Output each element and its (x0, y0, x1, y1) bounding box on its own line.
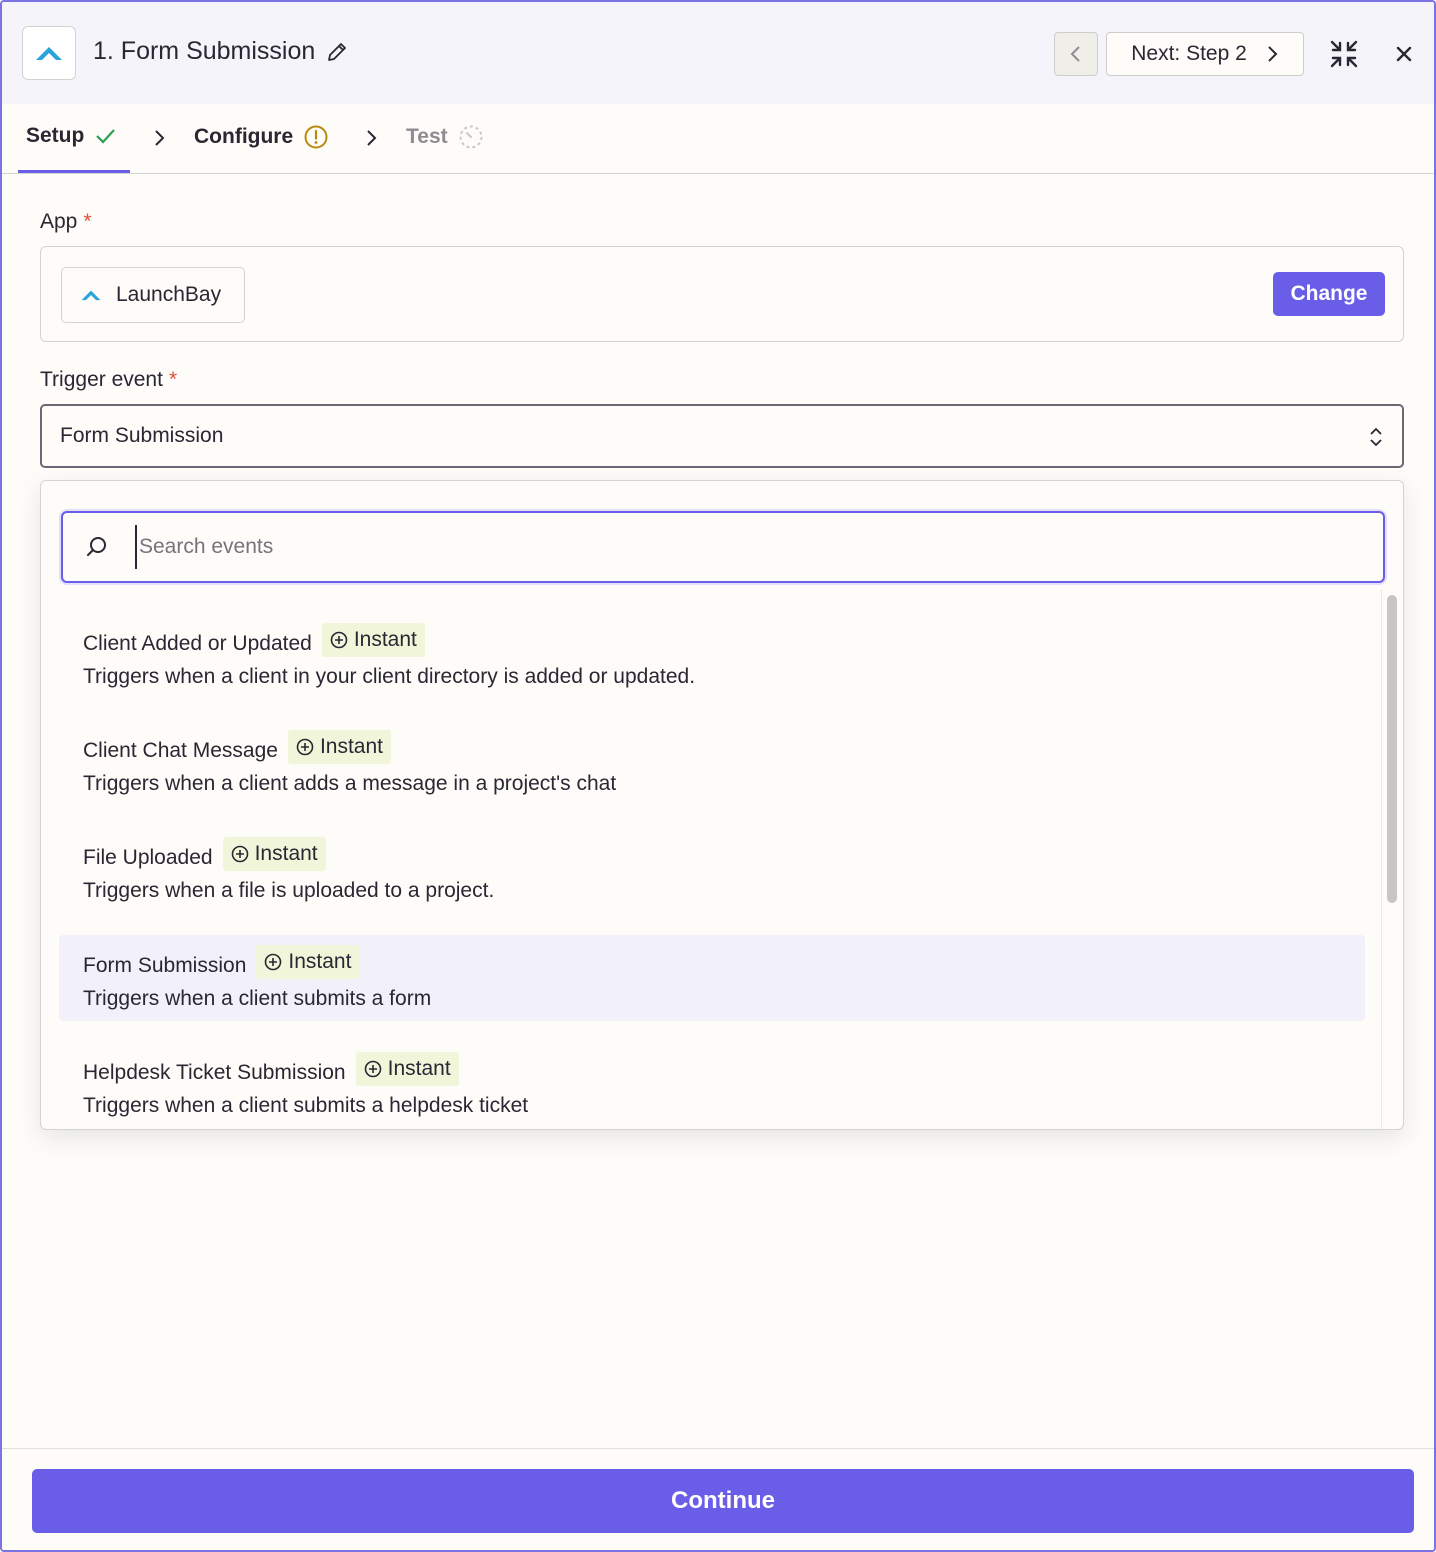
event-title-row: Client Added or Updated Instant (83, 623, 425, 661)
chevron-right-icon (1268, 46, 1278, 62)
chevron-right-icon (155, 130, 165, 146)
event-title: Helpdesk Ticket Submission (83, 1061, 346, 1084)
collapse-button[interactable] (1326, 36, 1362, 72)
search-events-input[interactable] (135, 525, 1335, 569)
search-field (61, 511, 1385, 583)
close-button[interactable] (1386, 36, 1422, 72)
chevron-up-down-icon (1370, 427, 1382, 447)
active-tab-indicator (18, 170, 130, 173)
event-description: Triggers when a client submits a helpdes… (83, 1094, 529, 1117)
trigger-selected-value: Form Submission (60, 424, 224, 447)
instant-icon (231, 845, 248, 863)
instant-badge-label: Instant (353, 628, 417, 651)
instant-badge: Instant (287, 730, 391, 764)
tab-configure[interactable]: Configure (194, 124, 329, 150)
event-option-client-chat-message[interactable]: Client Chat Message Instant Triggers whe… (59, 720, 1365, 806)
previous-step-button[interactable] (1054, 32, 1098, 76)
continue-button[interactable]: Continue (32, 1469, 1414, 1533)
event-title: Client Chat Message (83, 739, 278, 762)
pending-icon (459, 125, 483, 149)
chevron-right-icon (367, 130, 377, 146)
instant-badge-label: Instant (288, 950, 352, 973)
close-icon (1396, 46, 1412, 62)
tab-setup[interactable]: Setup (26, 124, 116, 148)
next-step-label: Next: Step 2 (1131, 42, 1247, 65)
step-tabs: Setup Configure Test (2, 104, 1434, 174)
step-title-text: 1. Form Submission (93, 37, 316, 65)
search-icon (87, 537, 106, 556)
collapse-icon (1330, 40, 1358, 68)
event-description: Triggers when a client adds a message in… (83, 772, 617, 795)
launchbay-icon (81, 290, 101, 301)
event-title-row: File Uploaded Instant (83, 837, 326, 875)
warning-icon (304, 125, 328, 149)
instant-badge: Instant (321, 623, 425, 657)
event-description: Triggers when a file is uploaded to a pr… (83, 879, 495, 902)
instant-icon (296, 738, 314, 756)
event-title: File Uploaded (83, 846, 213, 869)
app-label-text: App (40, 210, 78, 233)
event-option-helpdesk-ticket-submission[interactable]: Helpdesk Ticket Submission Instant Trigg… (59, 1042, 1365, 1128)
trigger-event-dropdown: Client Added or Updated Instant Triggers… (40, 480, 1404, 1130)
event-list-scrollbar-thumb[interactable] (1387, 595, 1397, 903)
tab-test-label: Test (406, 125, 448, 148)
instant-badge: Instant (256, 945, 360, 979)
instant-badge-label: Instant (319, 735, 383, 758)
tab-test[interactable]: Test (406, 124, 484, 150)
event-option-client-added-or-updated[interactable]: Client Added or Updated Instant Triggers… (59, 613, 1365, 699)
instant-icon (265, 953, 282, 971)
event-option-file-uploaded[interactable]: File Uploaded Instant Triggers when a fi… (59, 827, 1365, 913)
instant-icon (330, 631, 348, 649)
selected-app-name: LaunchBay (116, 283, 222, 306)
event-description: Triggers when a client submits a form (83, 987, 432, 1010)
event-list: Client Added or Updated Instant Triggers… (59, 591, 1365, 1129)
launchbay-logo-icon (36, 47, 62, 60)
required-mark: * (83, 210, 92, 233)
event-title: Form Submission (83, 954, 247, 977)
instant-icon (364, 1060, 381, 1078)
pencil-icon[interactable] (325, 40, 349, 64)
launchbay-logo (22, 26, 76, 80)
event-title-row: Form Submission Instant (83, 945, 360, 983)
zap-step-panel: 1. Form Submission Next: Step 2 Setup Co… (0, 0, 1436, 1552)
instant-badge-label: Instant (254, 842, 318, 865)
instant-badge-label: Instant (387, 1057, 451, 1080)
step-title[interactable]: 1. Form Submission (93, 37, 349, 66)
event-option-form-submission[interactable]: Form Submission Instant Triggers when a … (59, 935, 1365, 1021)
tab-configure-label: Configure (194, 125, 294, 148)
panel-header: 1. Form Submission Next: Step 2 (2, 2, 1434, 104)
tab-setup-label: Setup (26, 124, 85, 147)
trigger-label-text: Trigger event (40, 368, 163, 391)
change-app-button[interactable]: Change (1273, 272, 1385, 316)
panel-footer: Continue (2, 1448, 1434, 1550)
event-title-row: Client Chat Message Instant (83, 730, 391, 768)
event-description: Triggers when a client in your client di… (83, 665, 696, 688)
chevron-left-icon (1070, 46, 1080, 62)
check-icon (96, 129, 116, 144)
next-step-button[interactable]: Next: Step 2 (1106, 32, 1304, 76)
required-mark: * (168, 368, 178, 391)
selected-app-chip: LaunchBay (61, 267, 245, 323)
app-field-label: App * (40, 210, 92, 234)
instant-badge: Instant (222, 837, 326, 871)
trigger-field-label: Trigger event * (40, 368, 177, 392)
trigger-event-select[interactable]: Form Submission (40, 404, 1404, 468)
event-title-row: Helpdesk Ticket Submission Instant (83, 1052, 459, 1090)
event-title: Client Added or Updated (83, 632, 312, 655)
app-field: LaunchBay Change (40, 246, 1404, 342)
instant-badge: Instant (355, 1052, 459, 1086)
